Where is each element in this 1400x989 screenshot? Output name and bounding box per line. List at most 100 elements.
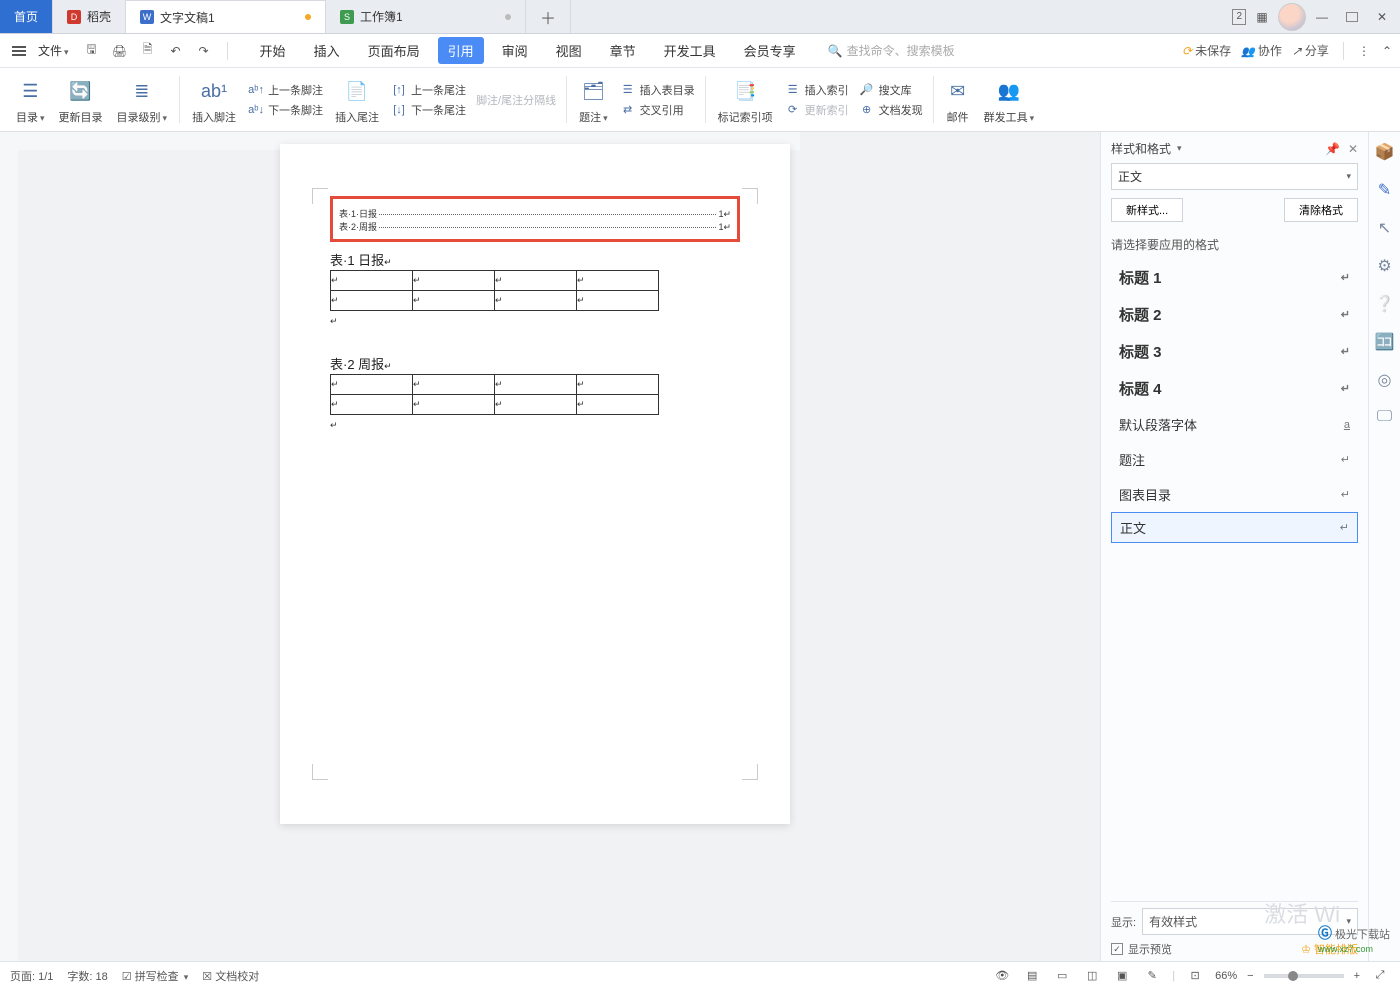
zoom-slider[interactable] — [1264, 974, 1344, 978]
caption-1[interactable]: 表·1 日报↵ — [330, 250, 392, 269]
btn-update-toc[interactable]: 🔄更新目录 — [53, 70, 109, 129]
clear-format-button[interactable]: 清除格式 — [1284, 198, 1358, 222]
btn-toc[interactable]: ☰目录▾ — [10, 70, 51, 129]
style-heading-1[interactable]: 标题 1↵ — [1111, 259, 1358, 296]
word-count[interactable]: 字数: 18 — [67, 968, 107, 984]
view-read-icon[interactable]: ▭ — [1052, 968, 1072, 984]
rail-screen-icon[interactable]: 🖵 — [1377, 408, 1392, 426]
current-style-select[interactable]: 正文▾ — [1111, 163, 1358, 190]
close-button[interactable]: ✕ — [1368, 3, 1396, 31]
avatar-icon[interactable] — [1278, 3, 1306, 31]
rail-settings-icon[interactable]: ⚙ — [1377, 256, 1391, 276]
save-icon[interactable]: 🖫 — [81, 40, 103, 62]
chevron-down-icon[interactable]: ▾ — [1177, 143, 1182, 154]
rail-toolbox-icon[interactable]: 📦 — [1375, 142, 1395, 162]
zoom-in-button[interactable]: + — [1354, 970, 1360, 982]
menu-view[interactable]: 视图 — [546, 37, 592, 64]
menu-devtools[interactable]: 开发工具 — [654, 37, 726, 64]
page-1[interactable]: 表·1·日报1↵ 表·2·周报1↵ 表·1 日报↵ ↵↵↵↵ ↵↵↵↵ ↵ 表·… — [280, 144, 790, 824]
page-indicator[interactable]: 页面: 1/1 — [10, 968, 53, 984]
share-button[interactable]: 分享 — [1292, 42, 1329, 59]
redo-icon[interactable]: ↷ — [193, 40, 215, 62]
rail-styles-icon[interactable]: ✎ — [1378, 180, 1391, 200]
preview-checkbox[interactable]: ✓ — [1111, 943, 1123, 955]
table-of-figures-field[interactable]: 表·1·日报1↵ 表·2·周报1↵ — [330, 196, 740, 242]
rail-location-icon[interactable]: ◎ — [1378, 370, 1392, 390]
btn-cross-reference[interactable]: ⇄交叉引用 — [620, 102, 695, 118]
proofread-button[interactable]: ☒ 文档校对 — [202, 968, 259, 984]
btn-insert-endnote[interactable]: 📄插入尾注 — [329, 70, 385, 129]
file-menu[interactable]: 文件▾ — [38, 42, 69, 59]
style-default-font[interactable]: 默认段落字体a — [1111, 407, 1358, 442]
btn-prev-footnote[interactable]: aᵇ↑上一条脚注 — [248, 82, 323, 98]
menu-references[interactable]: 引用 — [438, 37, 484, 64]
pin-icon[interactable]: 📌 — [1325, 142, 1340, 156]
tab-workbook[interactable]: S工作簿1 — [326, 0, 526, 33]
btn-doc-discovery[interactable]: ⊕文档发现 — [859, 102, 923, 118]
btn-search-library[interactable]: 🔎搜文库 — [859, 82, 923, 98]
style-heading-2[interactable]: 标题 2↵ — [1111, 296, 1358, 333]
rail-select-icon[interactable]: ↖ — [1378, 218, 1391, 238]
btn-insert-footnote[interactable]: ab¹插入脚注 — [186, 70, 242, 129]
plus-icon: ＋ — [540, 5, 556, 29]
style-heading-3[interactable]: 标题 3↵ — [1111, 333, 1358, 370]
menu-start[interactable]: 开始 — [250, 37, 296, 64]
btn-next-endnote[interactable]: [↓]下一条尾注 — [391, 102, 466, 118]
collapse-ribbon-icon[interactable]: ⌃ — [1382, 44, 1392, 58]
collab-button[interactable]: 协作 — [1241, 42, 1282, 59]
eye-icon[interactable]: 👁 — [992, 968, 1012, 984]
zoom-value[interactable]: 66% — [1215, 970, 1237, 982]
menu-review[interactable]: 审阅 — [492, 37, 538, 64]
style-caption[interactable]: 题注↵ — [1111, 442, 1358, 477]
title-bar: 首页 D稻壳 W文字文稿1 S工作簿1 ＋ 2 ▦ — ✕ — [0, 0, 1400, 34]
rail-help-icon[interactable]: ❔ — [1375, 294, 1395, 314]
btn-bulk-tools[interactable]: 👥群发工具▾ — [978, 70, 1041, 129]
command-search[interactable]: 🔍查找命令、搜索模板 — [828, 42, 955, 59]
btn-caption[interactable]: 🗂题注▾ — [573, 70, 614, 129]
caption-2[interactable]: 表·2 周报↵ — [330, 354, 392, 373]
close-panel-icon[interactable]: ✕ — [1348, 142, 1358, 156]
menu-pagelayout[interactable]: 页面布局 — [358, 37, 430, 64]
ruler-vertical[interactable] — [0, 150, 18, 961]
btn-mark-index[interactable]: 📑标记索引项 — [712, 70, 779, 129]
new-style-button[interactable]: 新样式... — [1111, 198, 1183, 222]
menu-chapter[interactable]: 章节 — [600, 37, 646, 64]
view-page-icon[interactable]: ▤ — [1022, 968, 1042, 984]
style-normal[interactable]: 正文↵ — [1111, 512, 1358, 543]
badge-icon[interactable]: 2 — [1232, 9, 1246, 25]
undo-icon[interactable]: ↶ — [165, 40, 187, 62]
apps-icon[interactable]: ▦ — [1248, 3, 1276, 31]
tab-add[interactable]: ＋ — [526, 0, 571, 33]
table-1[interactable]: ↵↵↵↵ ↵↵↵↵ — [330, 270, 659, 311]
print-direct-icon[interactable]: 🖨 — [109, 40, 131, 62]
tab-home[interactable]: 首页 — [0, 0, 53, 33]
style-figure-toc[interactable]: 图表目录↵ — [1111, 477, 1358, 512]
view-web-icon[interactable]: ◫ — [1082, 968, 1102, 984]
minimize-button[interactable]: — — [1308, 3, 1336, 31]
tab-shell[interactable]: D稻壳 — [53, 0, 126, 33]
document-area[interactable]: 表·1·日报1↵ 表·2·周报1↵ 表·1 日报↵ ↵↵↵↵ ↵↵↵↵ ↵ 表·… — [0, 132, 1100, 961]
zoom-out-button[interactable]: − — [1247, 970, 1253, 982]
view-draft-icon[interactable]: ✎ — [1142, 968, 1162, 984]
view-outline-icon[interactable]: ▣ — [1112, 968, 1132, 984]
tab-document-active[interactable]: W文字文稿1 — [126, 0, 326, 33]
btn-toc-level[interactable]: ≣目录级别▾ — [111, 70, 174, 129]
menu-member[interactable]: 会员专享 — [734, 37, 806, 64]
print-preview-icon[interactable]: 🗎 — [137, 40, 159, 62]
style-heading-4[interactable]: 标题 4↵ — [1111, 370, 1358, 407]
btn-insert-table-of-figures[interactable]: ☰插入表目录 — [620, 82, 695, 98]
maximize-button[interactable] — [1338, 3, 1366, 31]
btn-mail[interactable]: ✉邮件 — [940, 70, 976, 129]
table-2[interactable]: ↵↵↵↵ ↵↵↵↵ — [330, 374, 659, 415]
fit-page-icon[interactable]: ⊡ — [1185, 968, 1205, 984]
btn-prev-endnote[interactable]: [↑]上一条尾注 — [391, 82, 466, 98]
rail-translate-icon[interactable]: 🈁 — [1375, 332, 1395, 352]
spellcheck-button[interactable]: ☑ 拼写检查 ▾ — [122, 968, 189, 984]
fullscreen-icon[interactable]: ⤢ — [1370, 968, 1390, 984]
btn-next-footnote[interactable]: aᵇ↓下一条脚注 — [248, 102, 323, 118]
btn-insert-index[interactable]: ☰插入索引 — [785, 82, 849, 98]
menu-insert[interactable]: 插入 — [304, 37, 350, 64]
unsaved-indicator[interactable]: 未保存 — [1182, 42, 1231, 59]
more-icon[interactable]: ⋮ — [1358, 44, 1372, 58]
menu-icon[interactable] — [8, 46, 30, 56]
